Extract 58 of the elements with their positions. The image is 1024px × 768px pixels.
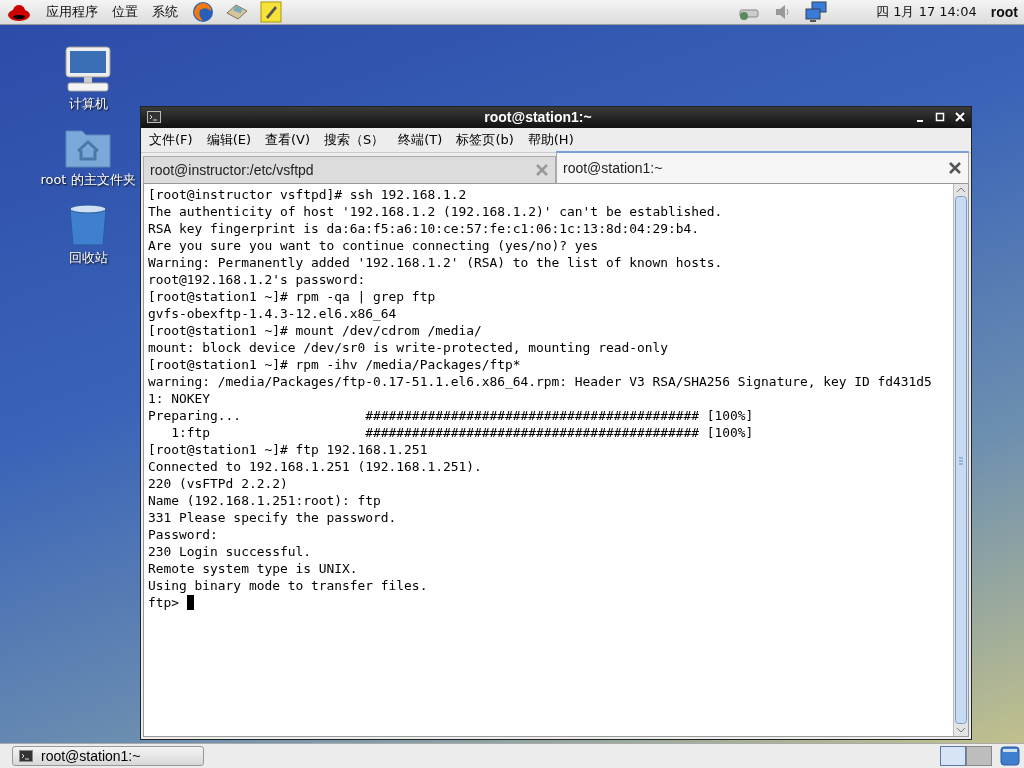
terminal-line: [root@station1 ~]# rpm -ihv /media/Packages/ftp* (148, 356, 522, 373)
terminal-line: Remote system type is UNIX. (148, 560, 359, 577)
terminal-line: Password: (148, 526, 219, 543)
menu-item[interactable]: 搜索（S） (324, 130, 385, 149)
menu-item[interactable]: 标签页(b) (456, 130, 514, 149)
maximize-icon[interactable] (935, 112, 945, 123)
panel-menu[interactable]: 系统 (152, 3, 178, 21)
terminal-line: [root@instructor vsftpd]# ssh 192.168.1.2 (148, 186, 468, 203)
workspace-switcher-cell[interactable] (940, 746, 966, 766)
terminal-line: [root@station1 ~]# rpm -qa | grep ftp (148, 288, 437, 305)
terminal-line: 1: NOKEY (148, 390, 212, 407)
desktop-icon-label[interactable]: 回收站 (68, 249, 108, 267)
terminal-line: Connected to 192.168.1.251 (192.168.1.251). (148, 458, 483, 475)
notepad-pencil-icon[interactable] (260, 1, 282, 23)
text-cursor (186, 595, 194, 610)
terminal-tab[interactable]: root@instructor:/etc/vsftpd (143, 156, 556, 183)
taskbar-button[interactable]: root@station1:~ (12, 746, 204, 766)
workspace-switcher-cell[interactable] (966, 746, 992, 766)
menu-item[interactable]: 编辑(E) (206, 130, 251, 149)
terminal-line: 220 (vsFTPd 2.2.2) (148, 475, 289, 492)
terminal-line: Warning: Permanently added '192.168.1.2' (RSA) to the list of known hosts. (148, 254, 724, 271)
panel-menu[interactable]: 应用程序 (46, 3, 98, 21)
menu-item[interactable]: 文件(F) (149, 130, 193, 149)
close-tab-icon[interactable] (948, 161, 962, 175)
close-icon[interactable] (955, 112, 965, 123)
terminal-line: Using binary mode to transfer files. (148, 577, 429, 594)
clock[interactable]: 四 1月 17 14:04 (876, 3, 977, 21)
terminal-line: [root@station1 ~]# ftp 192.168.1.251 (148, 441, 429, 458)
menu-item[interactable]: 查看(V) (265, 130, 311, 149)
redhat-logo-icon[interactable] (6, 2, 32, 22)
terminal-line: root@192.168.1.2's password: (148, 271, 367, 288)
terminal-line: 1:ftp ########################################### [100%] (170, 424, 755, 441)
terminal-icon (147, 111, 161, 124)
menu-item[interactable]: 终端(T) (398, 130, 443, 149)
terminal-line: RSA key fingerprint is da:6a:f5:a6:10:ce:57:fe:c1:06:1c:13:8d:04:29:b4. (148, 220, 701, 237)
computer-icon[interactable] (64, 45, 112, 93)
terminal-line: warning: /media/Packages/ftp-0.17-51.1.el6.x86_64.rpm: Header V3 RSA/SHA256 Signature, key ID fd431d5 (148, 373, 933, 390)
terminal-line: 230 Login successful. (148, 543, 312, 560)
terminal-line: gvfs-obexftp-1.4.3-12.el6.x86_64 (148, 305, 398, 322)
menu-item[interactable]: 帮助(H) (527, 130, 574, 149)
terminal-line: Preparing... ########################################### [100%] (148, 407, 755, 424)
panel-menu[interactable]: 位置 (112, 3, 138, 21)
terminal-line: Are you sure you want to continue connecting (yes/no)? yes (148, 237, 600, 254)
terminal-line: 331 Please specify the password. (148, 509, 398, 526)
browser-globe-icon[interactable] (192, 1, 214, 23)
desktop-icon-label[interactable]: root 的主文件夹 (40, 171, 136, 189)
window-title: root@station1:~ (483, 109, 593, 126)
desktop-icon-label[interactable]: 计算机 (68, 95, 108, 113)
scrollbar-thumb[interactable] (955, 196, 967, 724)
user-name[interactable]: root (990, 4, 1018, 20)
terminal-line: Name (192.168.1.251:root): ftp (148, 492, 382, 509)
terminal-prompt: ftp> (148, 594, 181, 611)
terminal-line: mount: block device /dev/sr0 is write-protected, mounting read-only (148, 339, 669, 356)
terminal-icon (19, 750, 33, 762)
network-computers-icon[interactable] (804, 1, 829, 23)
terminal-line: [root@station1 ~]# mount /dev/cdrom /media/ (148, 322, 483, 339)
terminal-line: The authenticity of host '192.168.1.2 (192.168.1.2)' can't be established. (148, 203, 724, 220)
terminal-tab[interactable]: root@station1:~ (556, 151, 969, 183)
